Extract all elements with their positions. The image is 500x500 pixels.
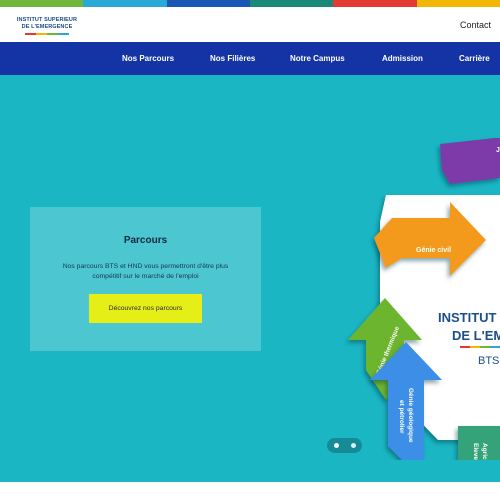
contact-link[interactable]: Contact xyxy=(460,20,491,30)
carousel-dot-1[interactable] xyxy=(334,443,339,448)
graphic-color-rule-green xyxy=(480,346,490,348)
site-header: INSTITUT SUPERIEUR DE L'EMERGENCE Contac… xyxy=(0,7,500,42)
nav-item-admission[interactable]: Admission xyxy=(382,54,423,63)
nav-item-notre-campus[interactable]: Notre Campus xyxy=(290,54,345,63)
arrow-label-blue-line1: Génie géologique xyxy=(407,388,414,443)
card-description: Nos parcours BTS et HND vous permettront… xyxy=(62,263,229,280)
graphic-title-line1: INSTITUT xyxy=(438,310,497,325)
nav-item-nos-filieres[interactable]: Nos Filières xyxy=(210,54,255,63)
graphic-color-rule-red xyxy=(460,346,470,348)
parcours-card: Parcours Nos parcours BTS et HND vous pe… xyxy=(30,207,261,351)
logo-color-bar xyxy=(25,33,69,35)
graphic-color-rule-yellow xyxy=(470,346,480,348)
arrow-label-teal-line1: Agric xyxy=(481,443,488,460)
strip-segment-blue xyxy=(166,0,250,7)
graphic-color-rule-blue xyxy=(490,346,500,348)
strip-segment-red xyxy=(333,0,417,7)
page-bottom-area xyxy=(0,482,500,500)
logo-text-line1: INSTITUT SUPERIEUR xyxy=(16,17,78,23)
strip-segment-green xyxy=(0,0,84,7)
arrow-purple xyxy=(440,138,500,184)
arrow-label-purple: J xyxy=(496,147,500,154)
site-logo[interactable]: INSTITUT SUPERIEUR DE L'EMERGENCE xyxy=(16,17,78,35)
main-nav: Nos Parcours Nos Filières Notre Campus A… xyxy=(0,42,500,75)
discover-parcours-button[interactable]: Découvrez nos parcours xyxy=(89,294,202,323)
logo-bar-segment xyxy=(47,33,58,35)
logo-bar-segment xyxy=(36,33,47,35)
logo-text-line2: DE L'EMERGENCE xyxy=(21,24,73,30)
arrow-label-orange: Génie civil xyxy=(416,247,451,254)
card-title: Parcours xyxy=(123,235,168,246)
arrow-label-teal-line2: Eleve xyxy=(472,443,479,460)
top-color-strip xyxy=(0,0,500,7)
nav-item-carriere[interactable]: Carrière xyxy=(459,54,490,63)
strip-segment-lightblue xyxy=(83,0,167,7)
strip-segment-yellow xyxy=(416,0,500,7)
strip-segment-teal xyxy=(249,0,334,7)
nav-item-nos-parcours[interactable]: Nos Parcours xyxy=(122,54,174,63)
carousel-dot-2[interactable] xyxy=(351,443,356,448)
graphic-subtitle: BTS xyxy=(478,355,499,367)
arrow-label-blue-line2: et pétrolier xyxy=(398,400,405,434)
logo-bar-segment xyxy=(25,33,36,35)
logo-bar-segment xyxy=(58,33,69,35)
graphic-title-line2: DE L'EM xyxy=(452,328,500,343)
carousel-pagination xyxy=(327,438,362,453)
hero-slider: Parcours Nos parcours BTS et HND vous pe… xyxy=(0,75,500,482)
bts-programs-graphic: J Génie civil Génie thermique Génie géol… xyxy=(348,138,500,460)
